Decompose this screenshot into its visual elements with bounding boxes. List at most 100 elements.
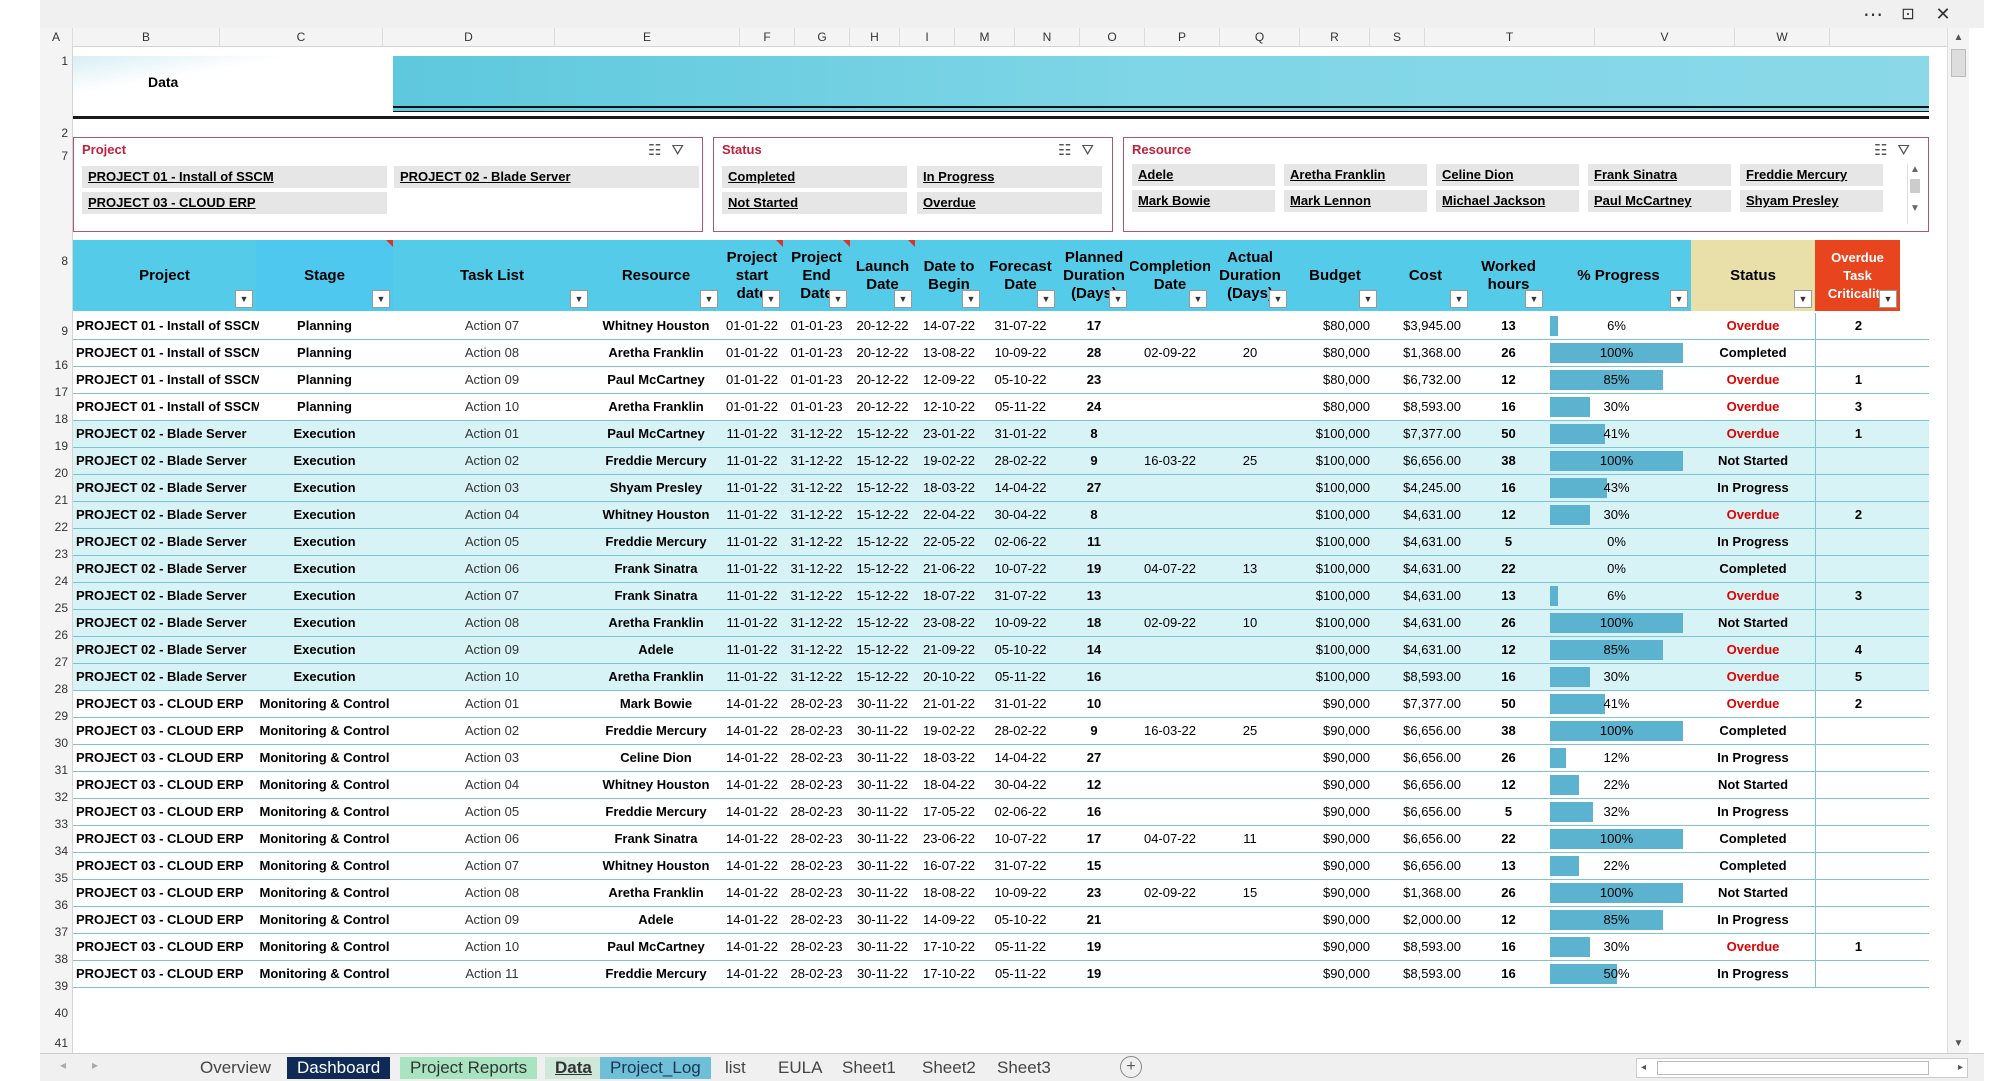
row-header[interactable]: 32 <box>40 790 72 804</box>
filter-dropdown-icon[interactable]: ▼ <box>700 290 718 308</box>
filter-dropdown-icon[interactable]: ▼ <box>372 290 390 308</box>
row-header[interactable]: 33 <box>40 817 72 831</box>
row-header[interactable]: 1 <box>40 54 72 68</box>
filter-dropdown-icon[interactable]: ▼ <box>1359 290 1377 308</box>
filter-dropdown-icon[interactable]: ▼ <box>570 290 588 308</box>
table-row[interactable]: PROJECT 02 - Blade Server Execution Action… <box>73 583 1929 610</box>
table-row[interactable]: PROJECT 03 - CLOUD ERP Monitoring & Contr… <box>73 772 1929 799</box>
slicer-item-overdue[interactable]: Overdue <box>917 192 1102 214</box>
table-row[interactable]: PROJECT 02 - Blade Server Execution Action… <box>73 529 1929 556</box>
row-header[interactable]: 29 <box>40 709 72 723</box>
scroll-right-icon[interactable]: ▸ <box>1958 1059 1963 1077</box>
slicer-item-aretha-franklin[interactable]: Aretha Franklin <box>1284 164 1427 186</box>
row-header[interactable]: 18 <box>40 412 72 426</box>
slicer-item-in-progress[interactable]: In Progress <box>917 166 1102 188</box>
column-header[interactable]: F <box>740 28 795 46</box>
column-header[interactable]: V <box>1595 28 1735 46</box>
row-header[interactable]: 19 <box>40 439 72 453</box>
filter-dropdown-icon[interactable]: ▼ <box>1879 290 1897 308</box>
slicer-item-project-03-cloud-erp[interactable]: PROJECT 03 - CLOUD ERP <box>82 192 387 214</box>
tab-eula[interactable]: EULA <box>768 1057 832 1079</box>
filter-dropdown-icon[interactable]: ▼ <box>1189 290 1207 308</box>
column-header[interactable]: H <box>850 28 900 46</box>
filter-dropdown-icon[interactable]: ▼ <box>1670 290 1688 308</box>
row-header[interactable]: 7 <box>40 149 72 163</box>
table-row[interactable]: PROJECT 01 - Install of SSCM Planning Acti… <box>73 367 1929 394</box>
column-header[interactable]: D <box>383 28 555 46</box>
table-row[interactable]: PROJECT 03 - CLOUD ERP Monitoring & Contr… <box>73 934 1929 961</box>
row-header[interactable]: 30 <box>40 736 72 750</box>
row-header[interactable]: 22 <box>40 520 72 534</box>
project-slicer[interactable]: Project ☷⛛ PROJECT 01 - Install of SSCM P… <box>73 137 703 232</box>
row-header[interactable]: 35 <box>40 871 72 885</box>
slicer-item-paul-mccartney[interactable]: Paul McCartney <box>1588 190 1731 212</box>
add-sheet-button[interactable]: + <box>1120 1056 1142 1078</box>
column-header[interactable]: Q <box>1220 28 1300 46</box>
clear-filter-icon[interactable]: ⛛ <box>1897 142 1920 159</box>
vertical-scrollbar[interactable]: ▲ ▼ <box>1947 28 1969 1053</box>
filter-dropdown-icon[interactable]: ▼ <box>1794 290 1812 308</box>
row-header[interactable]: 40 <box>40 1006 72 1020</box>
filter-dropdown-icon[interactable]: ▼ <box>235 290 253 308</box>
slicer-item-michael-jackson[interactable]: Michael Jackson <box>1436 190 1579 212</box>
row-header[interactable]: 21 <box>40 493 72 507</box>
scroll-up-icon[interactable]: ▲ <box>1948 32 1969 43</box>
row-header[interactable]: 34 <box>40 844 72 858</box>
table-row[interactable]: PROJECT 01 - Install of SSCM Planning Acti… <box>73 313 1929 340</box>
slicer-item-adele[interactable]: Adele <box>1132 164 1275 186</box>
table-row[interactable]: PROJECT 03 - CLOUD ERP Monitoring & Contr… <box>73 691 1929 718</box>
slicer-controls[interactable]: ☷⛛ <box>648 141 694 159</box>
column-header[interactable]: C <box>220 28 383 46</box>
column-header[interactable]: B <box>73 28 220 46</box>
slicer-controls[interactable]: ☷⛛ <box>1058 141 1104 159</box>
table-row[interactable]: PROJECT 02 - Blade Server Execution Action… <box>73 421 1929 448</box>
filter-dropdown-icon[interactable]: ▼ <box>1269 290 1287 308</box>
tab-sheet3[interactable]: Sheet3 <box>987 1057 1061 1079</box>
table-row[interactable]: PROJECT 02 - Blade Server Execution Action… <box>73 556 1929 583</box>
multi-select-icon[interactable]: ☷ <box>1874 142 1897 159</box>
row-header[interactable]: 2 <box>40 126 72 140</box>
filter-dropdown-icon[interactable]: ▼ <box>894 290 912 308</box>
tab-data[interactable]: Data <box>545 1057 602 1079</box>
multi-select-icon[interactable]: ☷ <box>1058 142 1081 159</box>
filter-dropdown-icon[interactable]: ▼ <box>829 290 847 308</box>
filter-dropdown-icon[interactable]: ▼ <box>1525 290 1543 308</box>
column-header[interactable]: S <box>1370 28 1425 46</box>
column-header[interactable]: R <box>1300 28 1370 46</box>
more-options-icon[interactable]: ⋯ <box>1860 2 1886 26</box>
row-header[interactable]: 16 <box>40 358 72 372</box>
tab-scroll-right-icon[interactable]: ▸ <box>92 1058 98 1072</box>
tab-project-log[interactable]: Project_Log <box>600 1057 711 1079</box>
row-header[interactable]: 23 <box>40 547 72 561</box>
table-row[interactable]: PROJECT 02 - Blade Server Execution Action… <box>73 610 1929 637</box>
table-row[interactable]: PROJECT 02 - Blade Server Execution Action… <box>73 502 1929 529</box>
tab-overview[interactable]: Overview <box>190 1057 281 1079</box>
row-header[interactable]: 37 <box>40 925 72 939</box>
filter-dropdown-icon[interactable]: ▼ <box>1450 290 1468 308</box>
slicer-scrollbar[interactable]: ▲ ▼ <box>1907 164 1922 224</box>
clear-filter-icon[interactable]: ⛛ <box>1081 142 1104 159</box>
filter-dropdown-icon[interactable]: ▼ <box>1109 290 1127 308</box>
slicer-item-frank-sinatra[interactable]: Frank Sinatra <box>1588 164 1731 186</box>
slicer-controls[interactable]: ☷⛛ <box>1874 141 1920 159</box>
table-row[interactable]: PROJECT 03 - CLOUD ERP Monitoring & Contr… <box>73 745 1929 772</box>
row-header[interactable]: 17 <box>40 385 72 399</box>
restore-window-icon[interactable]: ⊡ <box>1895 2 1921 26</box>
column-header[interactable]: T <box>1425 28 1595 46</box>
row-header[interactable]: 25 <box>40 601 72 615</box>
slicer-item-project-01-install-of-sscm[interactable]: PROJECT 01 - Install of SSCM <box>82 166 387 188</box>
filter-dropdown-icon[interactable]: ▼ <box>1037 290 1055 308</box>
tab-sheet2[interactable]: Sheet2 <box>912 1057 986 1079</box>
row-header[interactable]: 39 <box>40 979 72 993</box>
table-row[interactable]: PROJECT 02 - Blade Server Execution Action… <box>73 637 1929 664</box>
row-header[interactable]: 8 <box>40 254 72 268</box>
row-header[interactable]: 41 <box>40 1036 72 1050</box>
scroll-down-icon[interactable]: ▼ <box>1948 1038 1969 1049</box>
table-row[interactable]: PROJECT 01 - Install of SSCM Planning Acti… <box>73 340 1929 367</box>
row-header[interactable]: 9 <box>40 324 72 338</box>
table-row[interactable]: PROJECT 02 - Blade Server Execution Action… <box>73 664 1929 691</box>
column-header[interactable]: M <box>955 28 1015 46</box>
clear-filter-icon[interactable]: ⛛ <box>671 142 694 159</box>
tab-dashboard[interactable]: Dashboard <box>287 1057 391 1079</box>
table-row[interactable]: PROJECT 02 - Blade Server Execution Action… <box>73 475 1929 502</box>
